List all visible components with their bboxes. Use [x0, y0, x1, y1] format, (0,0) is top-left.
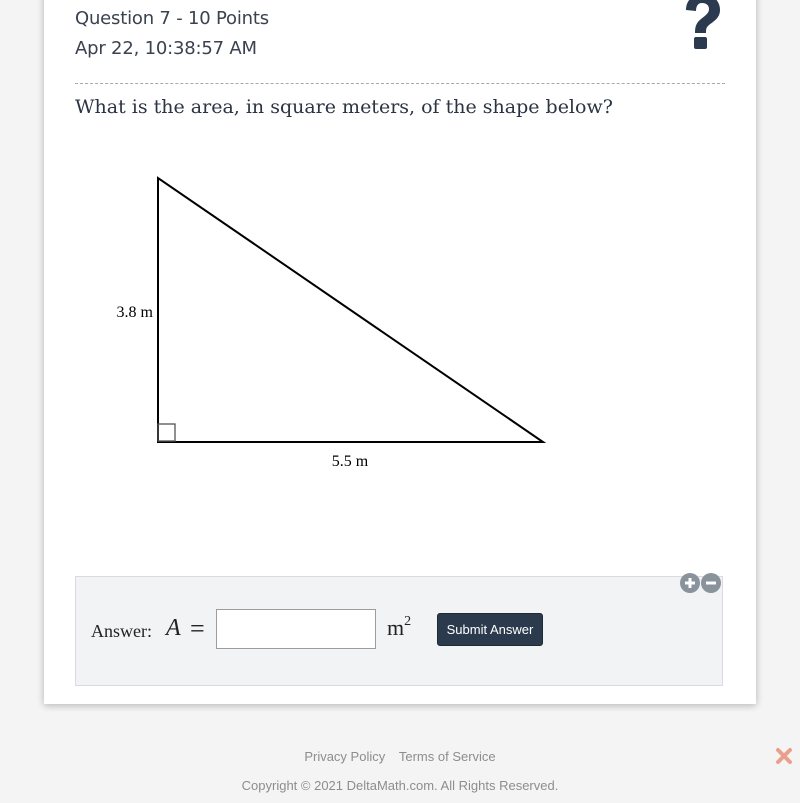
equals-sign: = — [190, 614, 205, 643]
unit-exponent: 2 — [404, 613, 412, 629]
unit-base: m — [387, 615, 405, 640]
height-label: 3.8 m — [117, 304, 154, 321]
footer-links: Privacy Policy Terms of Service — [0, 749, 800, 764]
terms-of-service-link[interactable]: Terms of Service — [399, 749, 496, 764]
question-card: Question 7 - 10 Points Apr 22, 10:38:57 … — [44, 0, 756, 704]
answer-label: Answer: — [91, 621, 152, 641]
privacy-policy-link[interactable]: Privacy Policy — [304, 749, 385, 764]
copyright-text: Copyright © 2021 DeltaMath.com. All Righ… — [241, 778, 559, 793]
answer-panel: Answer: A = m2 Submit Answer — [75, 573, 723, 686]
submit-answer-button[interactable]: Submit Answer — [437, 613, 543, 646]
answer-input[interactable] — [216, 609, 376, 649]
minus-circle-icon[interactable] — [701, 573, 721, 593]
plus-circle-icon[interactable] — [680, 573, 700, 593]
close-x-icon[interactable] — [775, 747, 793, 765]
zoom-controls — [680, 573, 721, 593]
triangle-shape — [157, 176, 547, 443]
answer-variable: A — [166, 615, 181, 641]
right-angle-marker — [157, 423, 176, 442]
unit-label: m2 — [387, 613, 412, 641]
base-label: 5.5 m — [332, 453, 369, 470]
